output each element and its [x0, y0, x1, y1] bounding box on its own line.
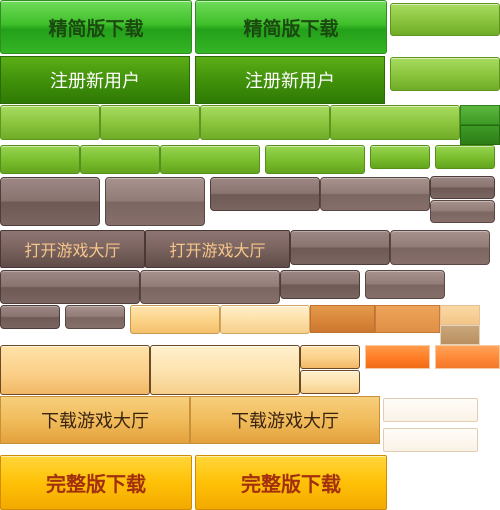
brown-blank-button[interactable]	[0, 177, 100, 226]
tan-small-button-pressed[interactable]	[440, 325, 480, 345]
orange-blank-button-hover[interactable]	[375, 305, 440, 333]
orange-small-button[interactable]	[365, 345, 430, 369]
green-blank-button[interactable]	[100, 105, 200, 140]
green-blank-button[interactable]	[330, 105, 460, 140]
open-game-hall-button-1[interactable]: 打开游戏大厅	[0, 230, 145, 268]
brown-blank-button[interactable]	[290, 230, 390, 265]
green-small-button-pressed[interactable]	[460, 125, 500, 145]
brown-blank-button[interactable]	[210, 177, 320, 211]
green-blank-button[interactable]	[160, 145, 260, 174]
brown-blank-button[interactable]	[0, 270, 140, 304]
brown-small-button[interactable]	[0, 305, 60, 329]
brown-blank-button-hover[interactable]	[140, 270, 280, 304]
green-blank-button[interactable]	[0, 105, 100, 140]
peach-small-button-hover[interactable]	[300, 370, 360, 394]
peach-blank-button-hover[interactable]	[220, 305, 310, 334]
download-game-hall-button-2[interactable]: 下载游戏大厅	[190, 396, 380, 444]
green-blank-button[interactable]	[370, 145, 430, 169]
register-user-button-2[interactable]: 注册新用户	[195, 56, 385, 104]
brown-blank-button-hover[interactable]	[320, 177, 430, 211]
peach-blank-button[interactable]	[130, 305, 220, 334]
open-game-hall-button-2[interactable]: 打开游戏大厅	[145, 230, 290, 268]
orange-blank-button[interactable]	[310, 305, 375, 333]
brown-blank-button-hover[interactable]	[105, 177, 205, 226]
full-download-button-1[interactable]: 完整版下载	[0, 455, 192, 510]
jingjian-download-button-2[interactable]: 精简版下载	[195, 0, 387, 54]
green-small-button[interactable]	[460, 105, 500, 125]
brown-small-button-hover[interactable]	[65, 305, 125, 329]
peach-small-button[interactable]	[300, 345, 360, 369]
peach-large-button[interactable]	[0, 345, 150, 395]
brown-blank-button-hover[interactable]	[390, 230, 490, 265]
download-game-hall-button-1[interactable]: 下载游戏大厅	[0, 396, 190, 444]
brown-small-button[interactable]	[430, 176, 495, 199]
green-blank-button[interactable]	[265, 145, 365, 174]
full-download-button-2[interactable]: 完整版下载	[195, 455, 387, 510]
green-blank-button[interactable]	[80, 145, 160, 174]
brown-blank-button-hover[interactable]	[365, 270, 445, 299]
green-blank-button[interactable]	[435, 145, 495, 169]
jingjian-download-button-1[interactable]: 精简版下载	[0, 0, 192, 54]
register-user-button-1[interactable]: 注册新用户	[0, 56, 190, 104]
tan-small-button[interactable]	[440, 305, 480, 325]
white-blank-button[interactable]	[383, 398, 478, 422]
green-blank-button[interactable]	[390, 3, 500, 36]
white-blank-button-hover[interactable]	[383, 428, 478, 452]
brown-small-button-hover[interactable]	[430, 200, 495, 223]
brown-blank-button[interactable]	[280, 270, 360, 299]
green-blank-button[interactable]	[0, 145, 80, 174]
green-blank-button[interactable]	[390, 57, 500, 91]
green-blank-button[interactable]	[200, 105, 330, 140]
peach-large-button-hover[interactable]	[150, 345, 300, 395]
orange-small-button-hover[interactable]	[435, 345, 500, 369]
